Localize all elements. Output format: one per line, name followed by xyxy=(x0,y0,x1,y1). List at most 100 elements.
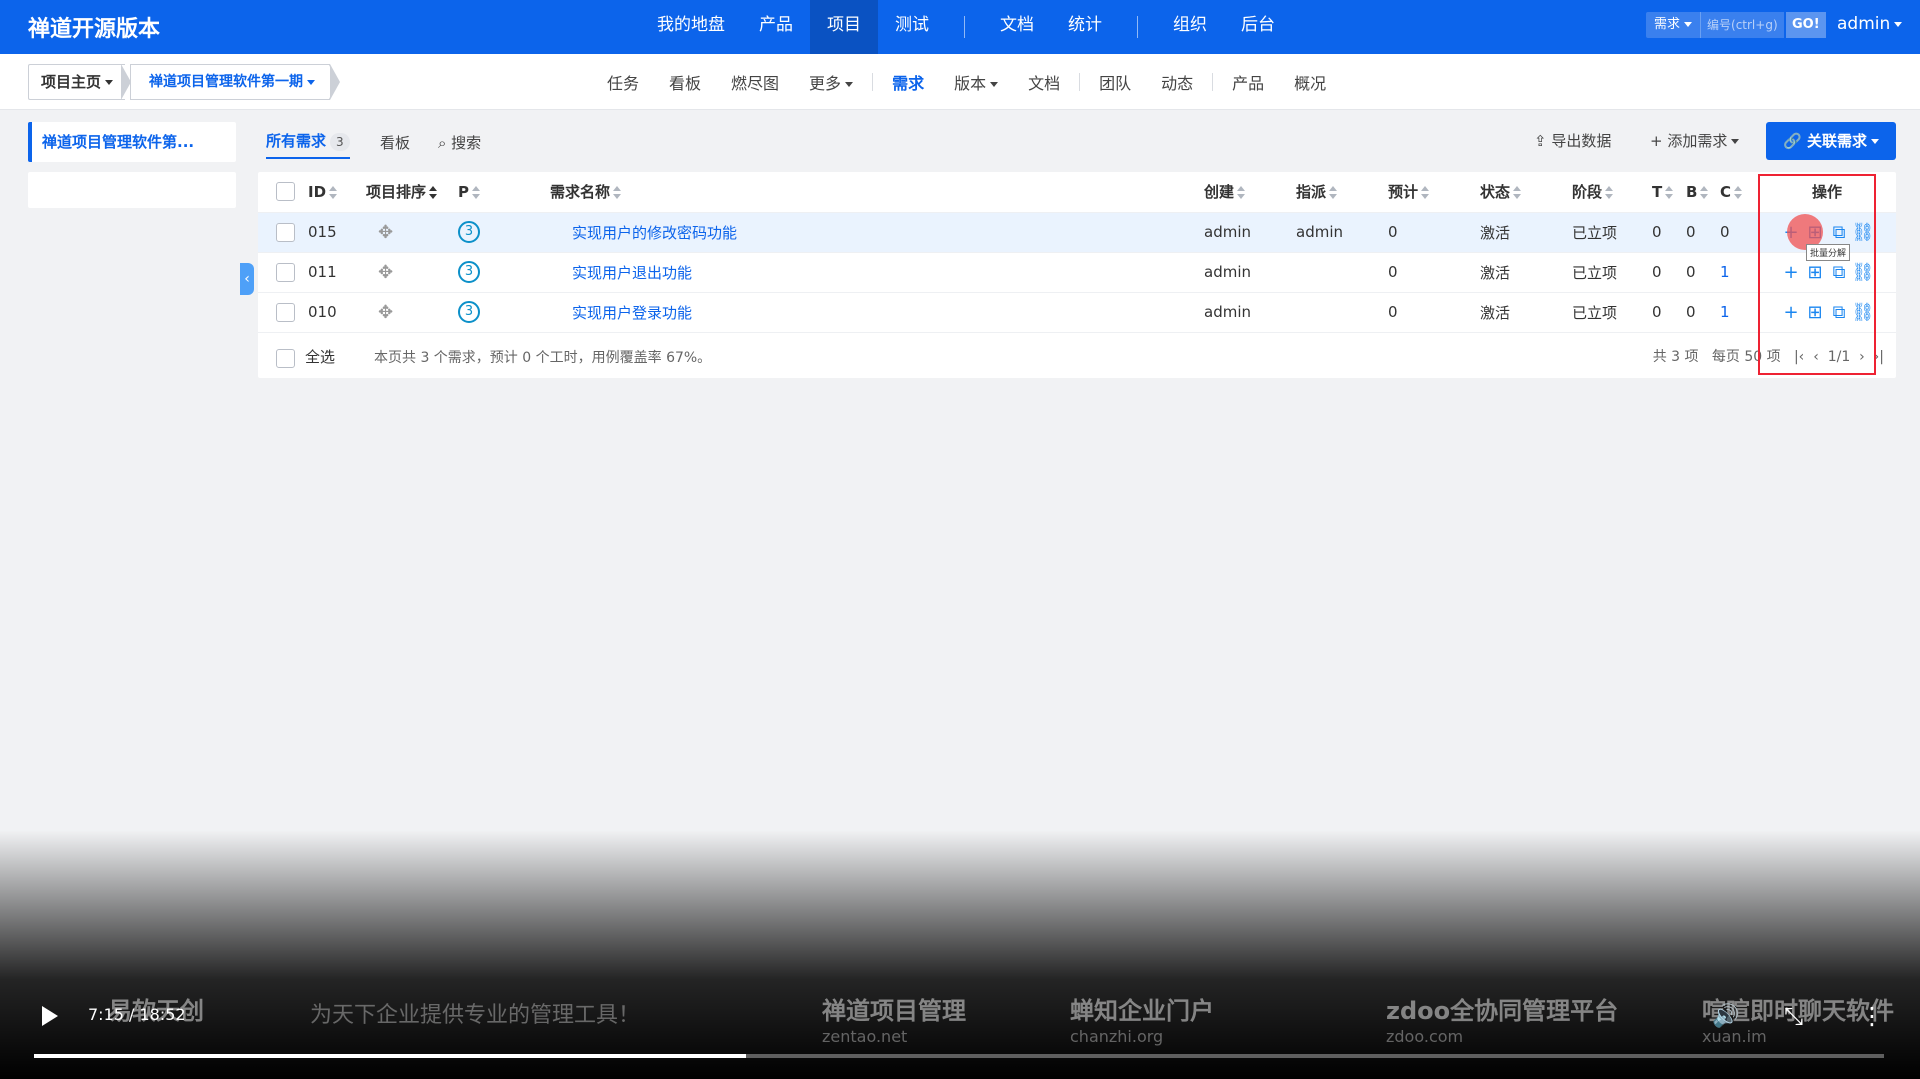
page-indicator: 1/1 xyxy=(1827,349,1851,365)
split-tree-icon[interactable]: ⧉ xyxy=(1827,222,1851,243)
tab-all-stories[interactable]: 所有需求 3 xyxy=(266,130,350,159)
play-icon[interactable] xyxy=(42,1006,58,1026)
sidebar-project-item[interactable]: 禅道项目管理软件第... xyxy=(28,122,236,162)
story-title-link[interactable]: 实现用户的修改密码功能 xyxy=(572,224,737,242)
menu-product[interactable]: 产品 xyxy=(1217,70,1279,94)
header-checkbox[interactable] xyxy=(276,182,295,202)
unlink-icon[interactable]: ⛓ xyxy=(1851,222,1875,243)
link-story-button[interactable]: 🔗 关联需求 xyxy=(1766,122,1896,160)
menu-story[interactable]: 需求 xyxy=(877,70,939,94)
create-task-icon[interactable]: + xyxy=(1779,262,1803,283)
chevron-down-icon xyxy=(105,80,114,85)
menu-view[interactable]: 概况 xyxy=(1279,70,1341,94)
case-count-link[interactable]: 1 xyxy=(1720,303,1730,321)
nav-product[interactable]: 产品 xyxy=(742,0,810,54)
search-button[interactable]: ⌕ 搜索 xyxy=(438,132,481,153)
case-count-link[interactable]: 1 xyxy=(1720,263,1730,281)
select-all-label: 全选 xyxy=(305,348,336,366)
col-b[interactable]: B xyxy=(1686,172,1720,212)
project-menu: 任务 看板 燃尽图 更多 需求 版本 文档 团队 动态 产品 概况 xyxy=(592,54,1341,110)
next-page-icon[interactable]: › xyxy=(1859,349,1865,365)
cell-t: 0 xyxy=(1652,303,1662,322)
priority-badge: 3 xyxy=(458,221,480,243)
col-title[interactable]: 需求名称 xyxy=(550,172,1204,212)
search-label: 搜索 xyxy=(451,134,482,152)
cell-status: 激活 xyxy=(1480,223,1511,242)
table-row[interactable]: 011 ✥ 3 实现用户退出功能 admin 0 激活 已立项 0 0 1 + ⊞… xyxy=(258,252,1896,292)
tab-kanban[interactable]: 看板 xyxy=(380,132,410,153)
menu-doc[interactable]: 文档 xyxy=(1013,70,1075,94)
breadcrumb-project[interactable]: 禅道项目管理软件第一期 xyxy=(121,64,340,100)
col-stage[interactable]: 阶段 xyxy=(1572,172,1652,212)
unlink-icon[interactable]: ⛓ xyxy=(1851,302,1875,323)
last-page-icon[interactable]: ›| xyxy=(1874,349,1884,365)
search-icon: ⌕ xyxy=(438,134,452,152)
table-row[interactable]: 015 ✥ 3 实现用户的修改密码功能 admin admin 0 激活 已立项… xyxy=(258,212,1896,252)
story-title-link[interactable]: 实现用户登录功能 xyxy=(572,304,692,322)
add-story-button[interactable]: + 添加需求 xyxy=(1650,130,1740,151)
drag-handle-icon[interactable]: ✥ xyxy=(378,302,393,323)
col-assign[interactable]: 指派 xyxy=(1296,172,1388,212)
split-tree-icon[interactable]: ⧉ xyxy=(1827,302,1851,323)
prev-page-icon[interactable]: ‹ xyxy=(1813,349,1819,365)
row-checkbox[interactable] xyxy=(276,302,295,322)
col-t[interactable]: T xyxy=(1652,172,1686,212)
nav-my[interactable]: 我的地盘 xyxy=(640,0,742,54)
menu-more[interactable]: 更多 xyxy=(794,70,868,94)
top-navbar: 禅道开源版本 我的地盘 产品 项目 测试 文档 统计 组织 后台 需求 编号(c… xyxy=(0,0,1920,54)
col-estimate[interactable]: 预计 xyxy=(1388,172,1480,212)
nav-project[interactable]: 项目 xyxy=(810,0,878,54)
first-page-icon[interactable]: |‹ xyxy=(1794,349,1804,365)
user-menu[interactable]: admin xyxy=(1837,14,1903,34)
col-pri[interactable]: P xyxy=(458,172,550,212)
unlink-icon[interactable]: ⛓ xyxy=(1851,262,1875,283)
select-all-checkbox[interactable] xyxy=(276,348,295,368)
menu-kanban[interactable]: 看板 xyxy=(654,70,716,94)
table-header-row: ID 项目排序 P 需求名称 创建 指派 预计 状态 阶段 T B C 操作 xyxy=(258,172,1896,212)
ad-subtitle: zdoo.com xyxy=(1386,1027,1464,1046)
nav-admin[interactable]: 后台 xyxy=(1224,0,1292,54)
export-button[interactable]: ⇪ 导出数据 xyxy=(1534,130,1611,151)
nav-doc[interactable]: 文档 xyxy=(983,0,1051,54)
ad-title: zdoo全协同管理平台 xyxy=(1386,997,1619,1025)
nav-test[interactable]: 测试 xyxy=(878,0,946,54)
volume-icon[interactable]: 🔊 xyxy=(1712,1004,1739,1029)
menu-burndown[interactable]: 燃尽图 xyxy=(716,70,794,94)
cell-id: 011 xyxy=(308,263,337,281)
menu-team[interactable]: 团队 xyxy=(1084,70,1146,94)
menu-task[interactable]: 任务 xyxy=(592,70,654,94)
pager: 共 3 项 每页 50 项 |‹ ‹ 1/1 › ›| xyxy=(1653,346,1884,366)
more-options-icon[interactable]: ⋮ xyxy=(1860,1002,1884,1030)
row-checkbox[interactable] xyxy=(276,222,295,242)
search-input[interactable]: 编号(ctrl+g) xyxy=(1700,12,1785,38)
exit-fullscreen-icon[interactable]: ⤡ xyxy=(1784,1002,1803,1030)
col-order[interactable]: 项目排序 xyxy=(366,172,458,212)
col-creator[interactable]: 创建 xyxy=(1204,172,1296,212)
tooltip: 批量分解 xyxy=(1806,244,1851,261)
menu-dynamic[interactable]: 动态 xyxy=(1146,70,1208,94)
nav-stats[interactable]: 统计 xyxy=(1051,0,1119,54)
row-checkbox[interactable] xyxy=(276,262,295,282)
breadcrumb-home[interactable]: 项目主页 xyxy=(28,64,126,100)
search-type-select[interactable]: 需求 xyxy=(1646,12,1701,38)
batch-split-icon[interactable]: ⊞ xyxy=(1803,302,1827,323)
col-status[interactable]: 状态 xyxy=(1480,172,1572,212)
drag-handle-icon[interactable]: ✥ xyxy=(378,222,393,243)
create-task-icon[interactable]: + xyxy=(1779,302,1803,323)
per-page-select[interactable]: 每页 50 项 xyxy=(1712,349,1781,365)
batch-split-icon[interactable]: ⊞ xyxy=(1803,262,1827,283)
nav-org[interactable]: 组织 xyxy=(1156,0,1224,54)
ad-title: 蝉知企业门户 xyxy=(1070,997,1214,1025)
story-title-link[interactable]: 实现用户退出功能 xyxy=(572,264,692,282)
drag-handle-icon[interactable]: ✥ xyxy=(378,262,393,283)
menu-build[interactable]: 版本 xyxy=(939,70,1013,94)
video-progress-bar[interactable] xyxy=(34,1054,1884,1058)
col-c[interactable]: C xyxy=(1720,172,1758,212)
sidebar-collapse-button[interactable]: ‹ xyxy=(240,263,254,295)
screen: 禅道开源版本 我的地盘 产品 项目 测试 文档 统计 组织 后台 需求 编号(c… xyxy=(0,0,1920,1079)
col-id[interactable]: ID xyxy=(308,172,366,212)
split-tree-icon[interactable]: ⧉ xyxy=(1827,262,1851,283)
go-button[interactable]: GO! xyxy=(1786,12,1826,38)
table-row[interactable]: 010 ✥ 3 实现用户登录功能 admin 0 激活 已立项 0 0 1 + ⊞… xyxy=(258,292,1896,332)
select-all[interactable]: 全选 xyxy=(276,346,335,368)
